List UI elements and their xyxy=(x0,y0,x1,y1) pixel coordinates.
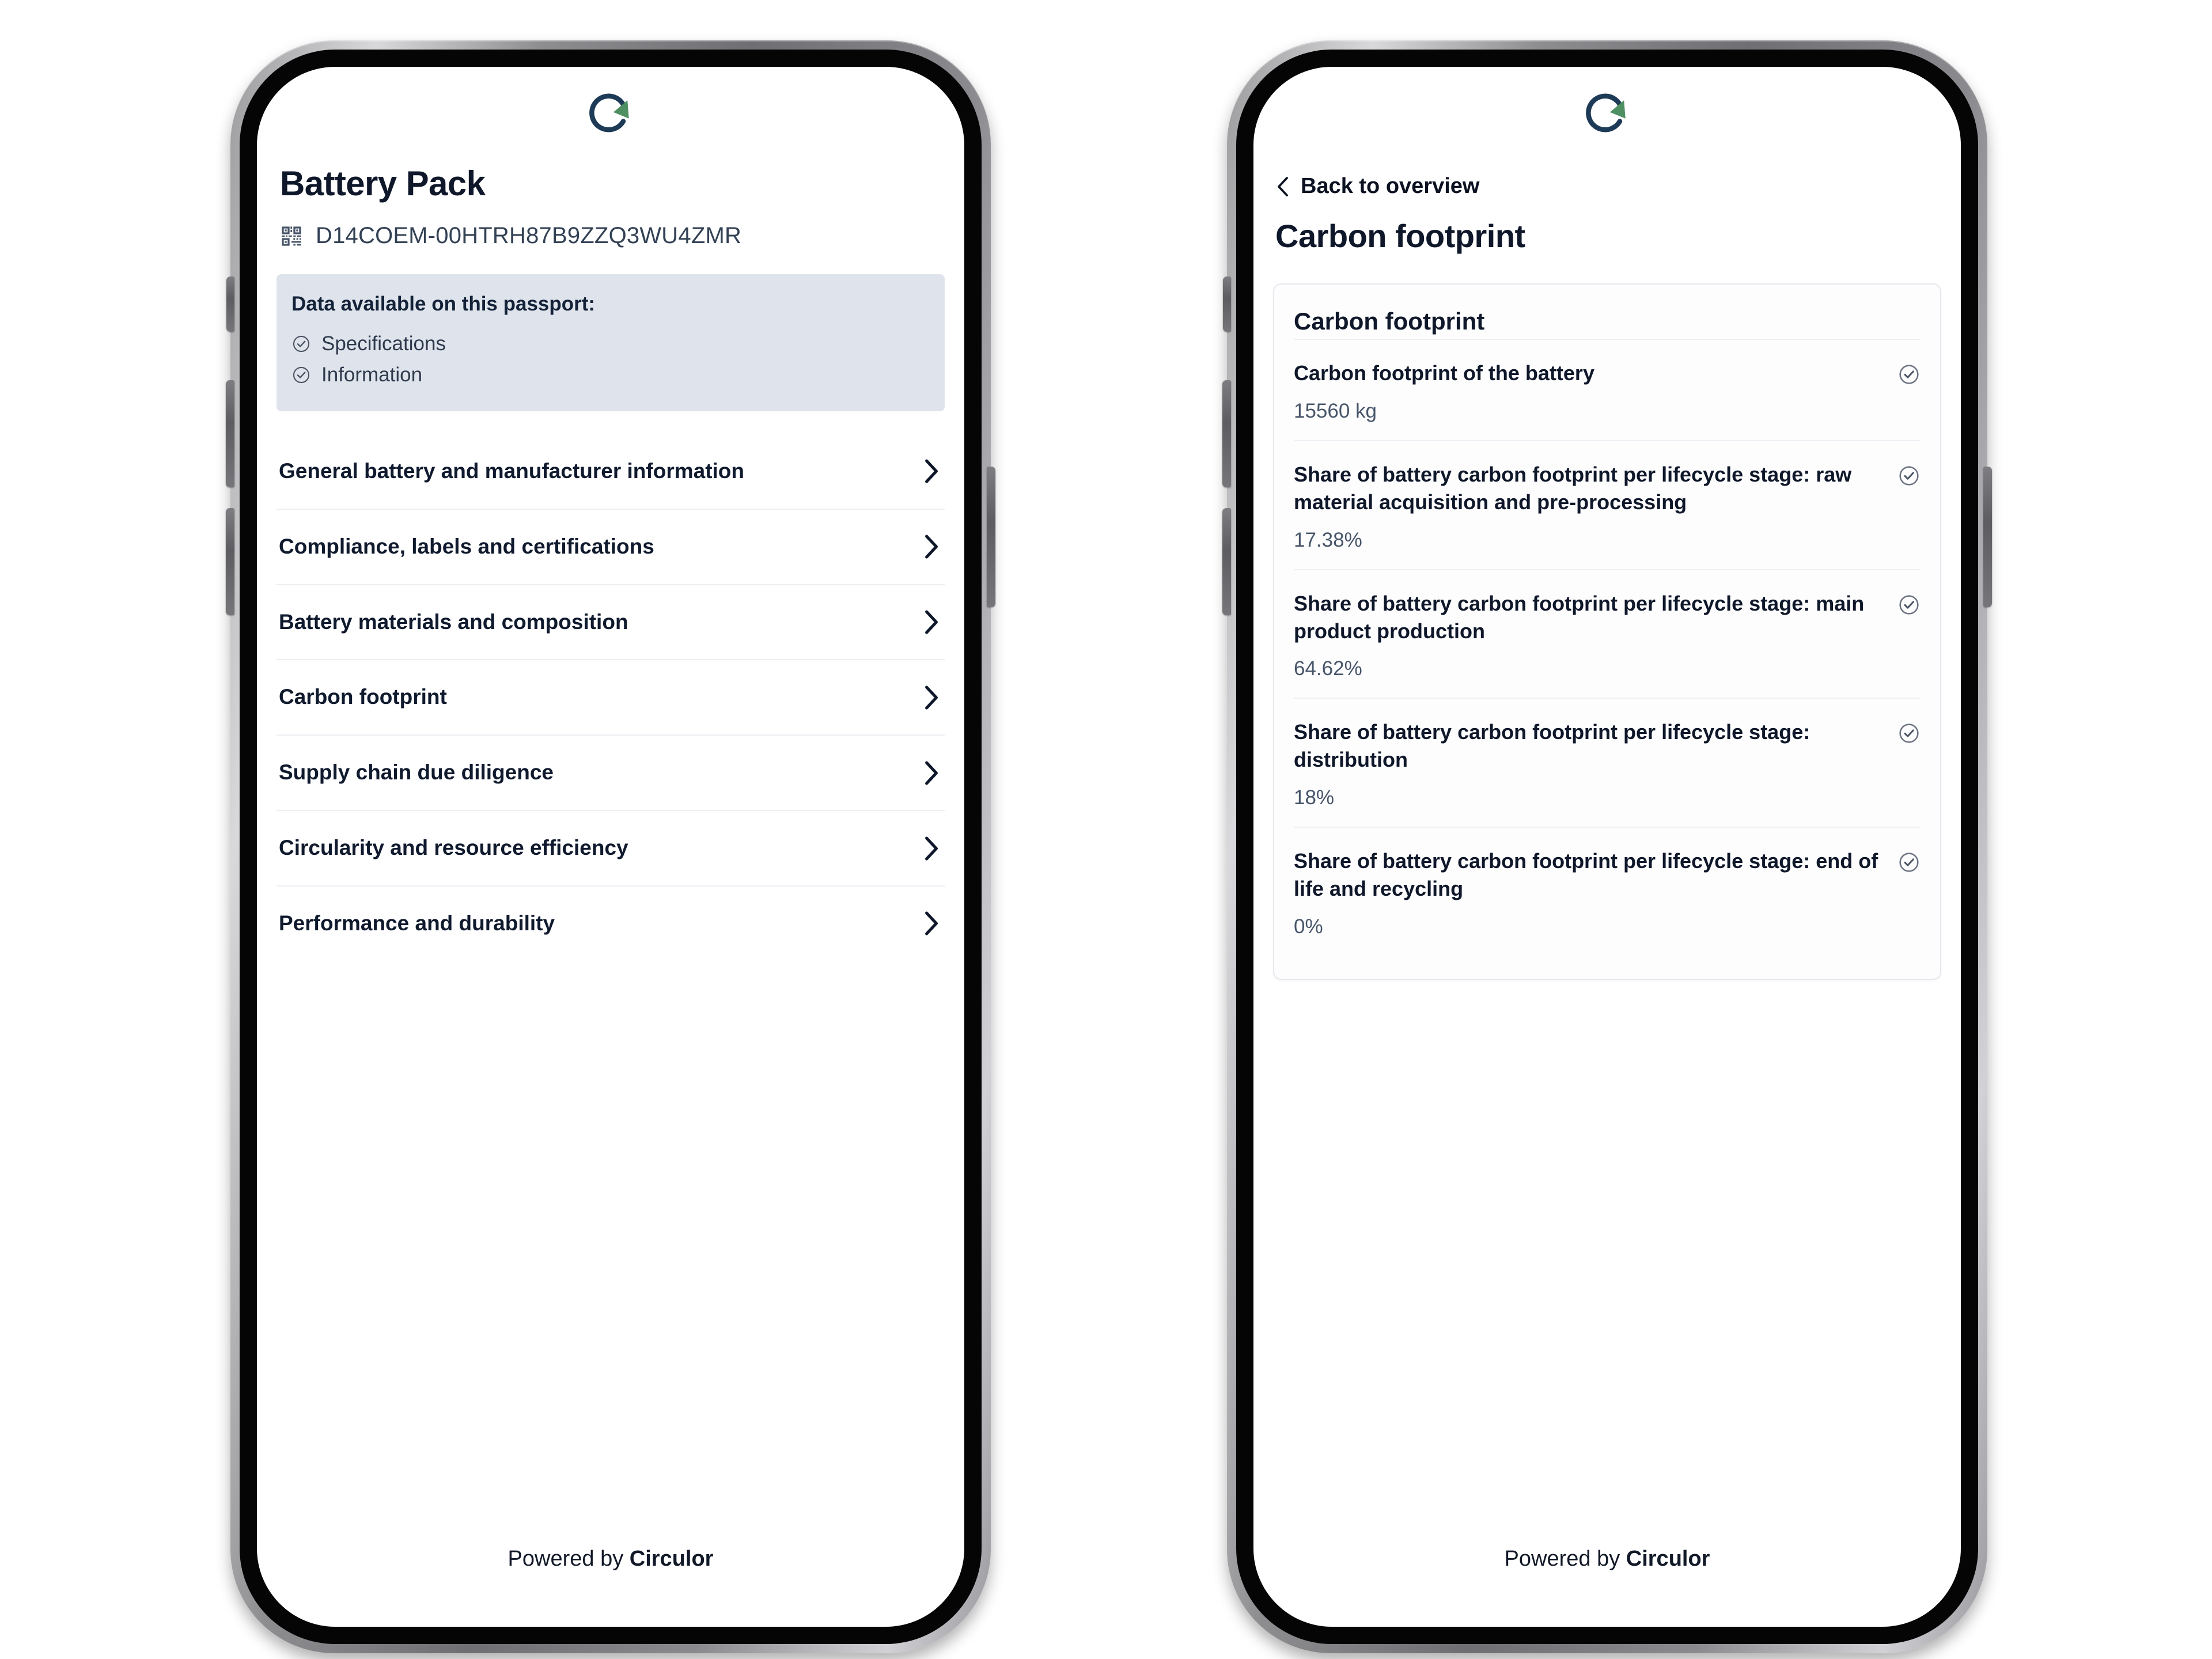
card-row-label: Share of battery carbon footprint per li… xyxy=(1294,849,1878,900)
check-circle-icon xyxy=(293,366,310,384)
phone-mockup-left: Battery Pack D14COEM-00HTRH87B9ZZQ3WU4ZM… xyxy=(226,40,995,1653)
card-row-value: 15560 kg xyxy=(1294,399,1377,422)
check-circle-icon xyxy=(293,335,310,353)
back-to-overview-link[interactable]: Back to overview xyxy=(1273,174,1941,199)
chevron-right-icon xyxy=(925,911,938,935)
check-circle-icon xyxy=(1899,466,1919,486)
volume-down-button[interactable] xyxy=(226,508,234,615)
volume-up-button[interactable] xyxy=(1222,380,1231,487)
data-availability-heading: Data available on this passport: xyxy=(291,293,596,315)
check-circle-icon xyxy=(1899,595,1919,615)
powered-by-brand: Circulor xyxy=(629,1547,714,1571)
card-row-label: Share of battery carbon footprint per li… xyxy=(1294,720,1810,772)
silent-switch-button[interactable] xyxy=(1223,276,1231,332)
back-link-label: Back to overview xyxy=(1301,174,1480,198)
powered-by-prefix: Powered by xyxy=(1504,1547,1626,1571)
powered-by-footer: Powered by Circulor xyxy=(1273,1529,1941,1627)
chevron-right-icon xyxy=(925,685,938,710)
card-row-value: 0% xyxy=(1294,915,1323,938)
chevron-right-icon xyxy=(925,761,938,785)
menu-item-label: Circularity and resource efficiency xyxy=(279,836,628,860)
menu-item-label: Supply chain due diligence xyxy=(279,760,554,785)
silent-switch-button[interactable] xyxy=(226,276,234,332)
phone-screen-left: Battery Pack D14COEM-00HTRH87B9ZZQ3WU4ZM… xyxy=(257,67,964,1627)
qr-code-icon xyxy=(282,226,301,246)
circular-arrow-logo-icon xyxy=(589,93,629,132)
page-title: Battery Pack xyxy=(280,164,486,203)
phone-mockup-right: Back to overview Carbon footprint Carbon… xyxy=(1222,40,1992,1653)
card-row: Share of battery carbon footprint per li… xyxy=(1294,440,1921,569)
carbon-footprint-card: Carbon footprint Carbon footprint of the… xyxy=(1273,283,1941,980)
passport-id-row: D14COEM-00HTRH87B9ZZQ3WU4ZMR xyxy=(276,223,945,249)
availability-item-information: Information xyxy=(291,359,930,391)
menu-item-battery-materials-and-composition[interactable]: Battery materials and composition xyxy=(276,585,945,661)
powered-by-footer: Powered by Circulor xyxy=(276,1529,945,1627)
card-row-value: 64.62% xyxy=(1294,657,1362,680)
powered-by-prefix: Powered by xyxy=(507,1547,630,1571)
chevron-left-icon xyxy=(1278,176,1288,196)
check-circle-icon xyxy=(1899,365,1919,384)
availability-item-label: Information xyxy=(321,363,423,386)
card-row-label: Share of battery carbon footprint per li… xyxy=(1294,591,1865,643)
chevron-right-icon xyxy=(925,610,938,634)
availability-item-label: Specifications xyxy=(321,332,446,355)
volume-up-button[interactable] xyxy=(226,380,234,487)
circular-arrow-logo-icon xyxy=(1586,93,1626,132)
screenshot-stage: Battery Pack D14COEM-00HTRH87B9ZZQ3WU4ZM… xyxy=(0,0,2212,1659)
chevron-right-icon xyxy=(925,836,938,861)
menu-item-label: Compliance, labels and certifications xyxy=(279,534,654,558)
menu-item-compliance-labels-and-certifications[interactable]: Compliance, labels and certifications xyxy=(276,510,945,585)
card-row-label: Share of battery carbon footprint per li… xyxy=(1294,462,1852,514)
menu-item-label: Performance and durability xyxy=(279,911,555,935)
menu-item-general-battery-and-manufacturer-information[interactable]: General battery and manufacturer informa… xyxy=(276,438,945,510)
card-row-value: 17.38% xyxy=(1294,528,1362,551)
menu-item-label: General battery and manufacturer informa… xyxy=(279,459,745,483)
chevron-right-icon xyxy=(925,535,938,559)
app-logo-bar xyxy=(1273,67,1941,159)
card-row: Share of battery carbon footprint per li… xyxy=(1294,569,1921,698)
power-button[interactable] xyxy=(987,467,995,607)
layout-spacer xyxy=(1273,980,1941,1529)
menu-item-label: Battery materials and composition xyxy=(279,609,628,634)
card-row: Carbon footprint of the battery 15560 kg xyxy=(1294,339,1921,440)
phone-screen-right: Back to overview Carbon footprint Carbon… xyxy=(1253,67,1961,1627)
power-button[interactable] xyxy=(1983,467,1992,607)
card-row-label: Carbon footprint of the battery xyxy=(1294,361,1594,385)
card-row: Share of battery carbon footprint per li… xyxy=(1294,827,1921,956)
menu-item-supply-chain-due-diligence[interactable]: Supply chain due diligence xyxy=(276,736,945,812)
availability-item-specifications: Specifications xyxy=(291,328,930,359)
detail-page-title: Carbon footprint xyxy=(1275,218,1525,254)
menu-item-performance-and-durability[interactable]: Performance and durability xyxy=(276,887,945,961)
menu-item-circularity-and-resource-efficiency[interactable]: Circularity and resource efficiency xyxy=(276,811,945,887)
menu-item-carbon-footprint[interactable]: Carbon footprint xyxy=(276,660,945,736)
volume-down-button[interactable] xyxy=(1222,508,1231,615)
layout-spacer xyxy=(276,961,945,1529)
passport-id-text: D14COEM-00HTRH87B9ZZQ3WU4ZMR xyxy=(316,223,742,248)
menu-item-label: Carbon footprint xyxy=(279,685,447,709)
data-availability-panel: Data available on this passport: Specifi… xyxy=(276,274,945,411)
app-logo-bar xyxy=(276,67,945,159)
check-circle-icon xyxy=(1899,853,1919,872)
chevron-right-icon xyxy=(925,459,938,483)
card-title: Carbon footprint xyxy=(1294,308,1485,335)
powered-by-brand: Circulor xyxy=(1626,1547,1710,1571)
check-circle-icon xyxy=(1899,724,1919,743)
card-row: Share of battery carbon footprint per li… xyxy=(1294,698,1921,827)
card-row-value: 18% xyxy=(1294,786,1335,809)
passport-section-menu: General battery and manufacturer informa… xyxy=(276,438,945,961)
